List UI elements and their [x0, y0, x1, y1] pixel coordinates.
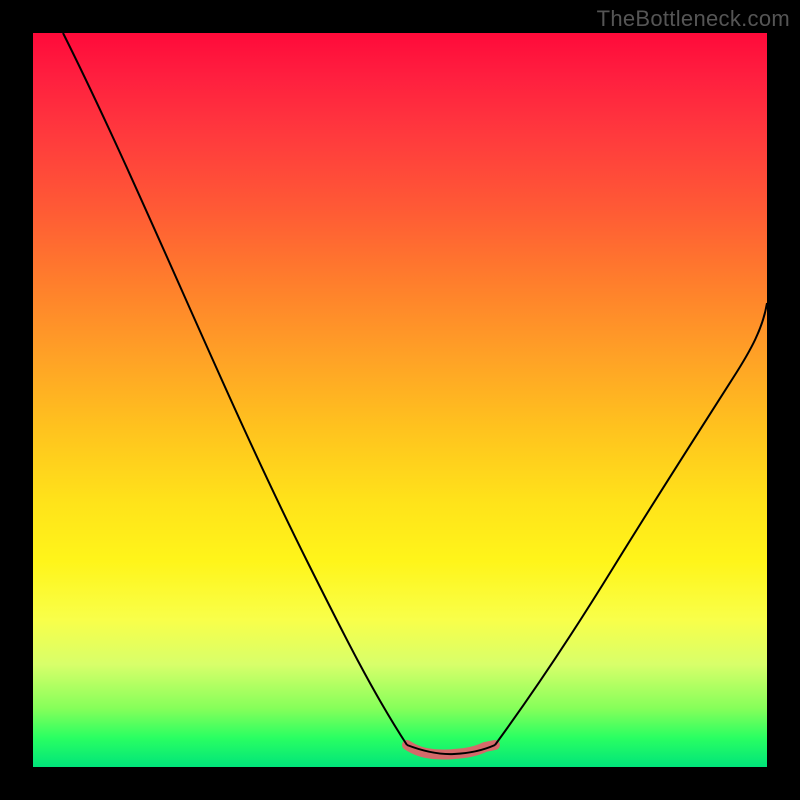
plot-area	[33, 33, 767, 767]
curve-left-branch	[63, 33, 407, 745]
chart-svg	[33, 33, 767, 767]
chart-frame: TheBottleneck.com	[0, 0, 800, 800]
curve-right-branch	[495, 303, 767, 745]
watermark-text: TheBottleneck.com	[597, 6, 790, 32]
